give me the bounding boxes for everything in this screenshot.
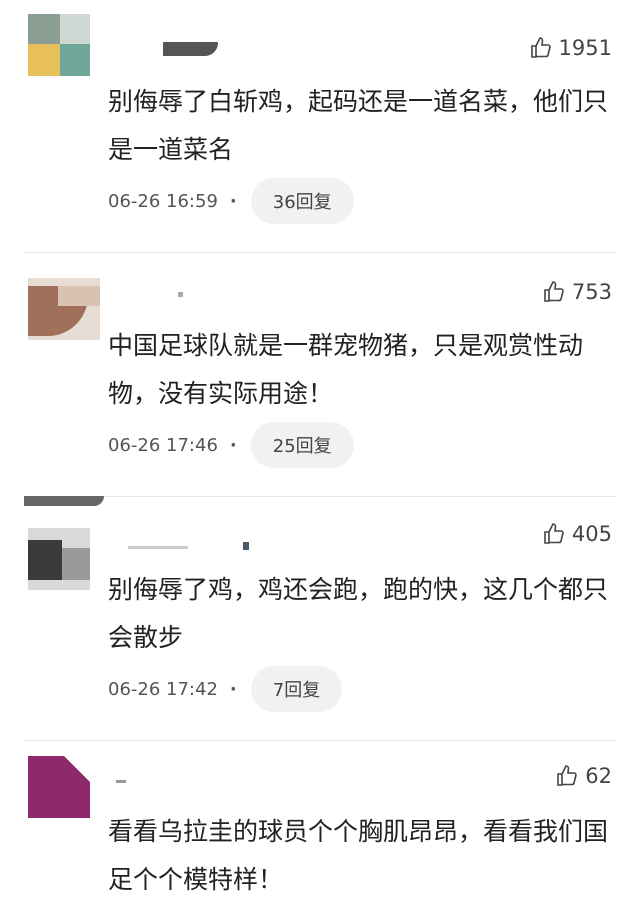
username-blurred[interactable]: [108, 542, 249, 552]
comment-text: 看看乌拉圭的球员个个胸肌昂昂，看看我们国足个个模特样！: [108, 817, 609, 894]
comment-text: 别侮辱了白斩鸡，起码还是一道名菜，他们只是一道菜名: [108, 87, 609, 164]
username-blurred[interactable]: [108, 780, 128, 790]
comment-meta: 06-26 17:42 · 7回复: [108, 666, 343, 712]
timestamp: 06-26 17:42: [108, 678, 218, 700]
username-blurred[interactable]: [108, 292, 183, 302]
thumbs-up-icon: [544, 523, 564, 544]
avatar[interactable]: [28, 756, 90, 818]
avatar[interactable]: [28, 278, 100, 340]
separator-dot: ·: [229, 434, 237, 456]
username-blurred: [24, 496, 104, 506]
separator-dot: ·: [229, 190, 237, 212]
comment-meta: 06-26 17:46 · 25回复: [108, 422, 354, 468]
comment-text: 别侮辱了鸡，鸡还会跑，跑的快，这几个都只会散步: [108, 575, 609, 652]
reply-button[interactable]: 25回复: [250, 422, 354, 468]
divider: [24, 252, 616, 253]
divider: [24, 740, 616, 741]
like-count: 1951: [558, 36, 612, 60]
username-blurred[interactable]: [108, 42, 218, 56]
reply-button[interactable]: 36回复: [250, 178, 354, 224]
avatar[interactable]: [28, 14, 90, 76]
thumbs-up-icon: [557, 765, 578, 786]
like-count: 405: [571, 522, 612, 546]
timestamp: 06-26 17:46: [108, 434, 218, 456]
like-button[interactable]: 405: [542, 522, 612, 546]
avatar[interactable]: [28, 528, 90, 590]
like-button[interactable]: 753: [542, 280, 612, 304]
timestamp: 06-26 16:59: [108, 190, 218, 212]
divider: [24, 496, 616, 497]
thumbs-up-icon: [544, 281, 564, 302]
like-button[interactable]: 62: [555, 764, 612, 788]
comment-text: 中国足球队就是一群宠物猪，只是观赏性动物，没有实际用途！: [108, 331, 584, 408]
like-button[interactable]: 1951: [529, 36, 612, 60]
comment-meta: 06-26 16:59 · 36回复: [108, 178, 354, 224]
like-count: 62: [585, 764, 612, 788]
reply-button[interactable]: 7回复: [250, 666, 343, 712]
separator-dot: ·: [229, 678, 237, 700]
like-count: 753: [571, 280, 612, 304]
thumbs-up-icon: [530, 37, 551, 58]
